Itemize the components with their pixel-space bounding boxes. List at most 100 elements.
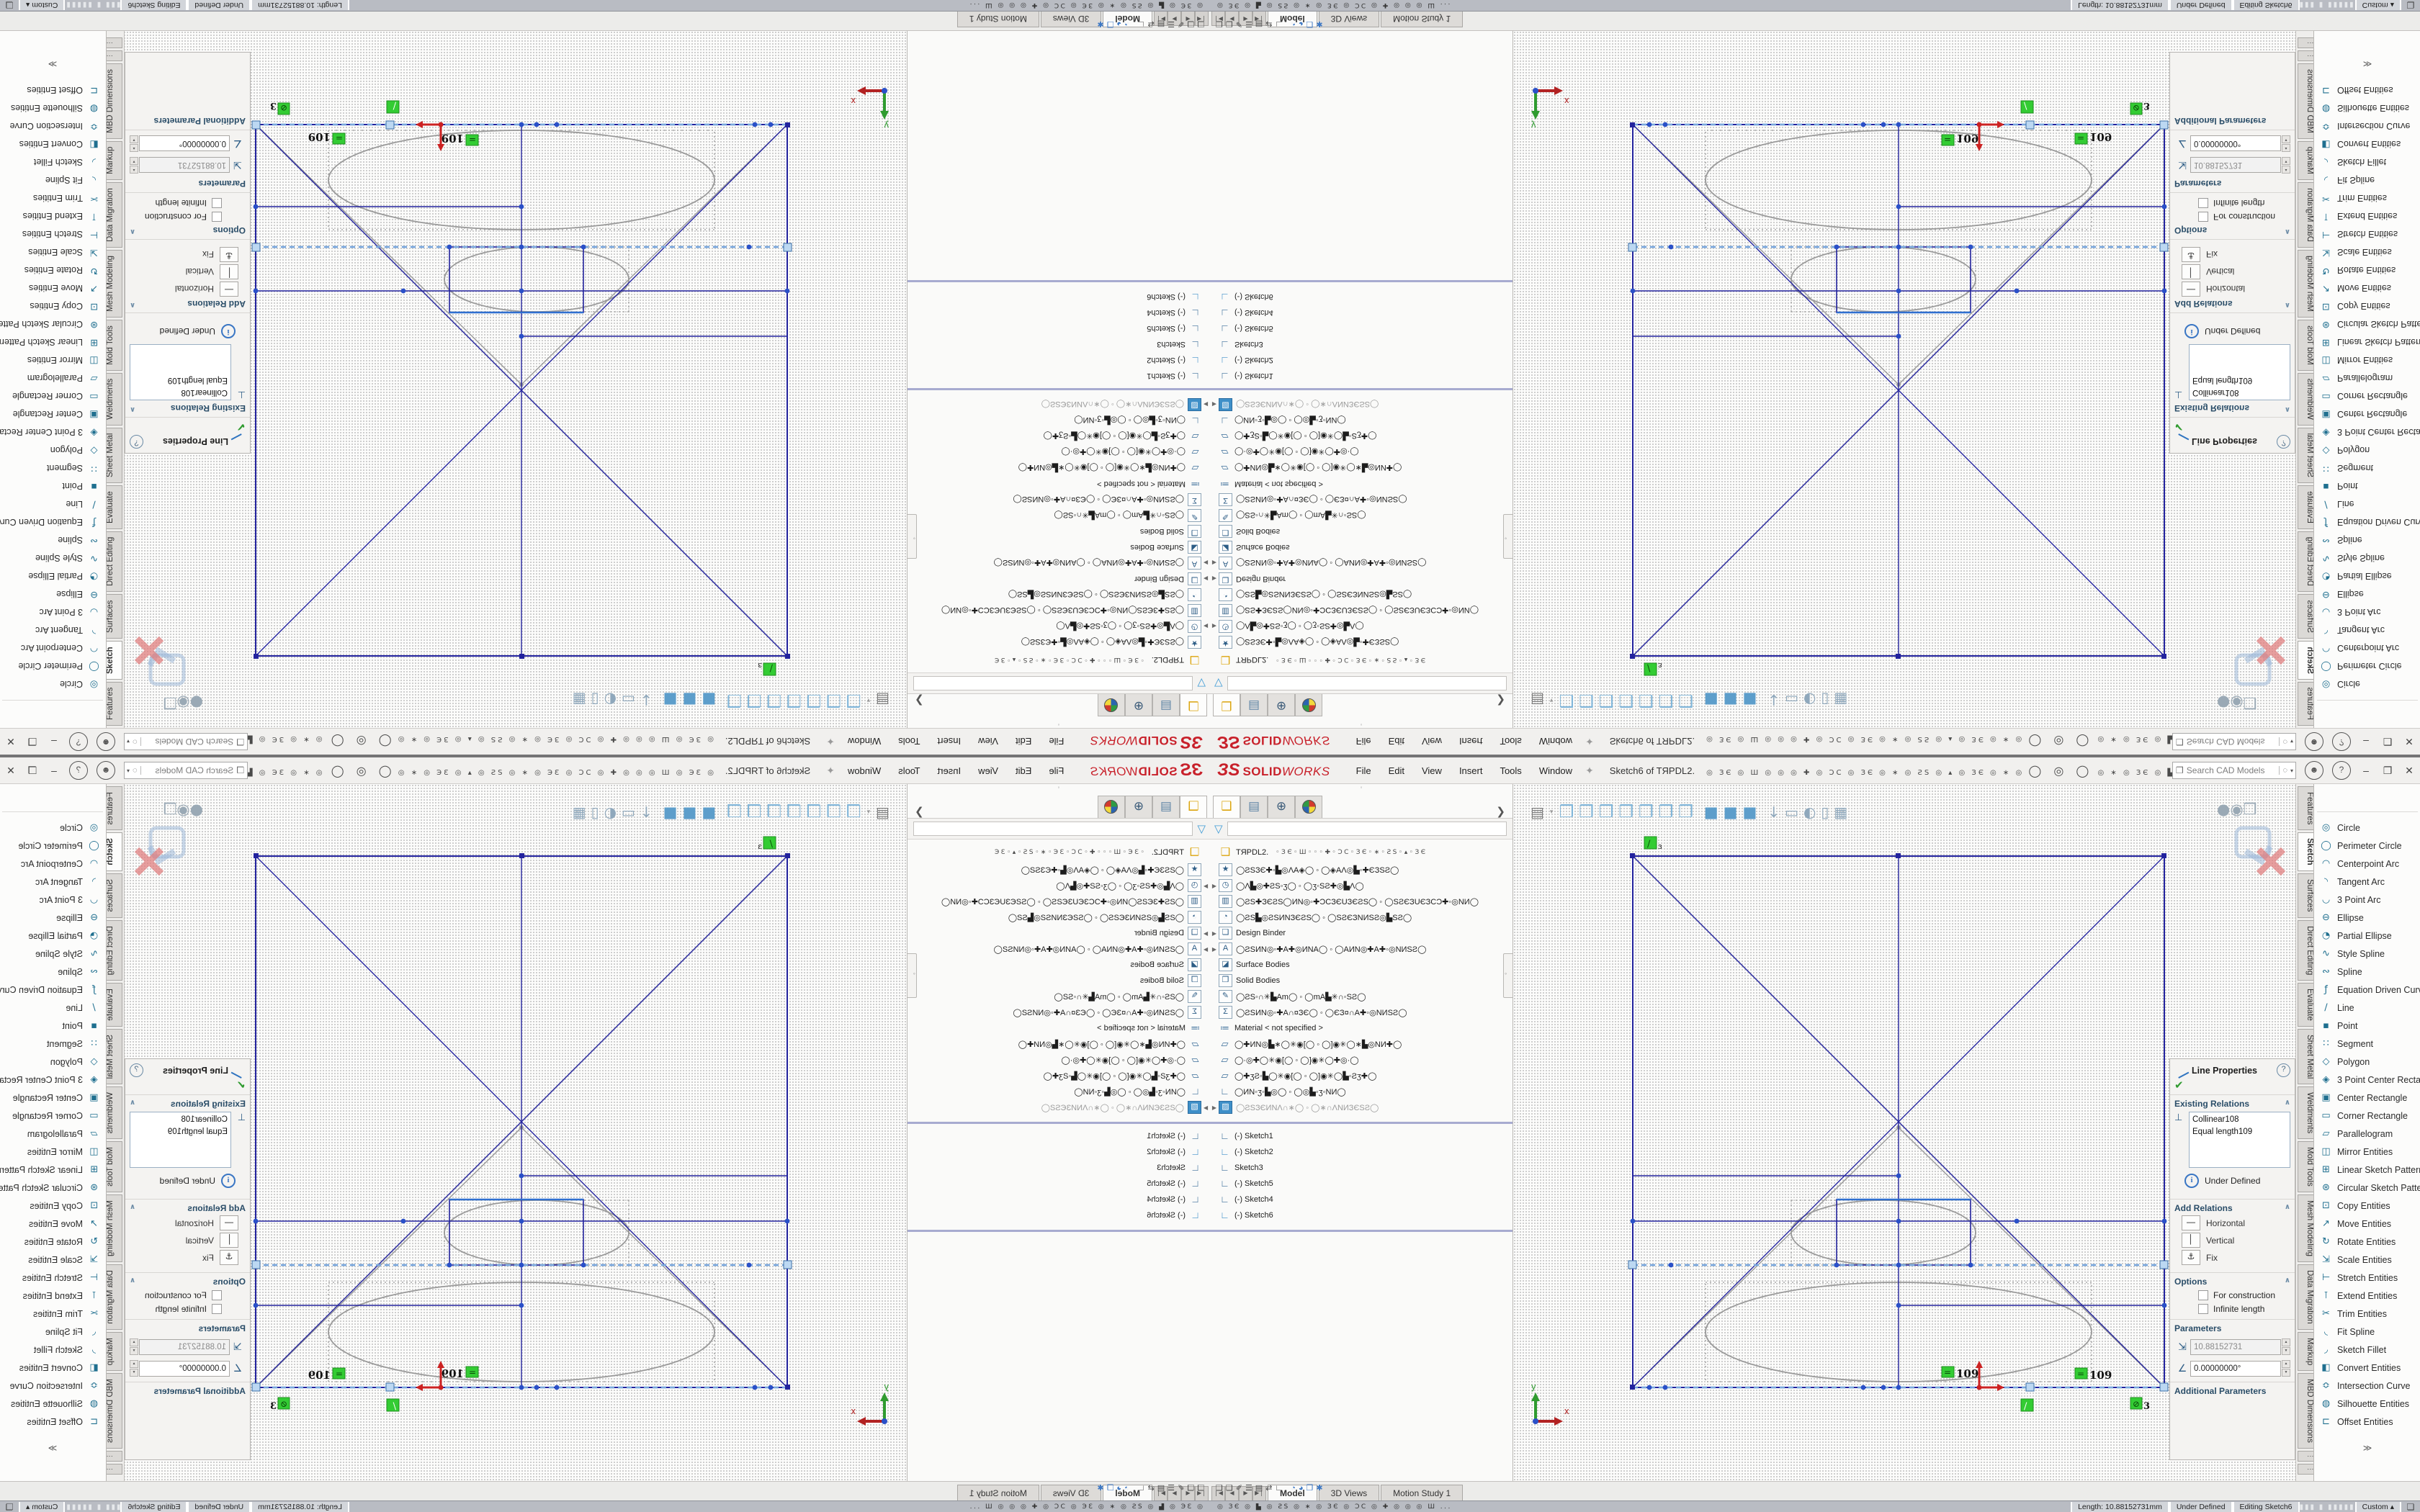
menu-item-rotate-entities[interactable]: ↻Rotate Entities [0, 261, 106, 279]
menu-item-fit-spline[interactable]: ◟Fit Spline [0, 171, 106, 189]
menu-item-partial-ellipse[interactable]: ◔Partial Ellipse [2314, 927, 2420, 945]
dropdown-caret-icon[interactable]: ▾ [1550, 809, 1554, 816]
menu-edit[interactable]: Edit [1008, 762, 1039, 779]
tree-row-front-plane[interactable]: ▱◯✚ИN◎▙∗◯✳◉[◯ ◦ ◯]◉✳◯∗▙◎NИ✚◯ [908, 461, 1210, 475]
menu-item-intersection-curve[interactable]: ≎Intersection Curve [2314, 1377, 2420, 1395]
menu-item-trim-entities[interactable]: ✂Trim Entities [0, 1305, 106, 1323]
menu-edit[interactable]: Edit [1381, 734, 1412, 750]
menu-file[interactable]: File [1041, 762, 1071, 779]
menu-item-point[interactable]: ▪Point [0, 1017, 106, 1035]
menu-item-style-spline[interactable]: ∿Style Spline [2314, 549, 2420, 567]
tab-overflow[interactable]: ⋮ [2298, 37, 2315, 48]
sketch-row-1[interactable]: ∟(-) Sketch1 [908, 369, 1210, 383]
search-icon[interactable]: ◌ [2279, 766, 2290, 775]
tree-row-surface-bodies[interactable]: ◪Surface Bodies [1210, 540, 1512, 554]
tab-surfaces[interactable]: Surfaces [105, 873, 122, 917]
panel-splitter-handle[interactable] [907, 953, 917, 998]
menu-item-style-spline[interactable]: ∿Style Spline [0, 549, 106, 567]
tab-mesh-modeling[interactable]: Mesh Modeling [2298, 1194, 2315, 1262]
tab-surfaces[interactable]: Surfaces [105, 595, 122, 639]
panel-grip[interactable]: ◦ [1210, 784, 1512, 793]
relations-listbox[interactable]: Collinear108 Equal length109 [130, 1112, 231, 1168]
menu-item-perimeter-circle[interactable]: ◯Perimeter Circle [0, 657, 106, 675]
tab-overflow[interactable]: ⋮ [2298, 1464, 2315, 1475]
menu-item-stretch-entities[interactable]: ⊢Stretch Entities [2314, 225, 2420, 243]
sketch-row-6[interactable]: ∟(-) Sketch6 [1210, 289, 1512, 304]
tree-row-origin[interactable]: ∟◯ИN◦ʒ◦▙◎◯ ◦ ◯◎▙◦ʒ◦NИ◯ [908, 413, 1210, 428]
tab-displaymanager[interactable] [1295, 694, 1322, 716]
headsup-view-toolbar[interactable]: ▤ ▾ ❒❒❒❒❒❒❒ ■■■ ↓▭◐▯▦ [568, 799, 889, 825]
length-spinner[interactable]: ▲▼ [130, 1338, 138, 1355]
menu-item-move-entities[interactable]: ↗Move Entities [2314, 279, 2420, 297]
document-icon[interactable]: ▤ [1531, 691, 1544, 708]
status-corner-icon[interactable]: ❏ [0, 0, 19, 10]
infinite-length-checkbox[interactable]: Infinite length [130, 1304, 227, 1314]
menu-item-convert-entities[interactable]: ◧Convert Entities [2314, 1359, 2420, 1377]
menu-item-3-point-center-rectangle[interactable]: ◈3 Point Center Recta... [2314, 1071, 2420, 1089]
user-account-icon[interactable]: ☻ [2305, 761, 2323, 780]
menu-item-3-point-arc[interactable]: ◡3 Point Arc [2314, 603, 2420, 621]
tab-sketch[interactable]: Sketch [2298, 832, 2315, 871]
filter-input[interactable] [913, 822, 1193, 836]
length-spinner[interactable]: ▲▼ [130, 157, 138, 174]
tree-row-top-plane[interactable]: ▱◯·◎✚◯✳◉[◯ ◦ ◯]◉✳◯✚◎·◯ [908, 1053, 1210, 1067]
tab-overflow[interactable]: ⋮ [105, 1451, 122, 1462]
menu-item-style-spline[interactable]: ∿Style Spline [2314, 945, 2420, 963]
menu-insert[interactable]: Insert [931, 734, 969, 750]
menu-item-silhouette-entities[interactable]: ◍Silhouette Entities [0, 99, 106, 117]
vertical-relation-button[interactable]: │Vertical [130, 264, 244, 279]
tab-displaymanager[interactable] [1098, 796, 1125, 818]
tab-weldments[interactable]: Weldments [2298, 1086, 2315, 1139]
tree-row-front-plane[interactable]: ▱◯✚ИN◎▙∗◯✳◉[◯ ◦ ◯]◉✳◯∗▙◎NИ✚◯ [1210, 1037, 1512, 1051]
vertical-relation-button[interactable]: │Vertical [130, 1233, 244, 1248]
dropdown-caret-icon[interactable]: ▾ [867, 696, 871, 703]
solid-cube-icons[interactable]: ■■■ [658, 804, 717, 821]
sketch-row-5[interactable]: ∟(-) Sketch5 [1210, 1176, 1512, 1191]
help-icon[interactable]: ? [69, 732, 88, 751]
sketch-row-2[interactable]: ∟(-) Sketch2 [1210, 1145, 1512, 1159]
menu-item-3-point-center-rectangle[interactable]: ◈3 Point Center Recta... [2314, 423, 2420, 441]
horizontal-relation-button[interactable]: —Horizontal [130, 1215, 244, 1230]
tab-surfaces[interactable]: Surfaces [2298, 873, 2315, 917]
tree-row[interactable]: ✎◯ƧS◦∩✳▙Am◯ ◦ ◯mA▙✳∩◦SƧ◯ [908, 508, 1210, 523]
tree-row-design-binder[interactable]: ▶❏Design Binder [908, 926, 1210, 940]
menu-item-rotate-entities[interactable]: ↻Rotate Entities [2314, 1233, 2420, 1251]
menu-item-stretch-entities[interactable]: ⊢Stretch Entities [0, 1269, 106, 1287]
menu-file[interactable]: File [1349, 762, 1379, 779]
menu-item-corner-rectangle[interactable]: ▭Corner Rectangle [2314, 387, 2420, 405]
menu-item-circle[interactable]: ◎Circle [2314, 819, 2420, 837]
tab-mbd-dimensions[interactable]: MBD Dimensions [2298, 63, 2315, 139]
tree-row-right-plane[interactable]: ▱◯✚ʒƧ◦▙◯✳◉[◯ ◦ ◯]◉✳◯▙◦Ƨʒ✚◯ [908, 429, 1210, 444]
menu-tools[interactable]: Tools [1492, 734, 1528, 750]
menu-item-offset-entities[interactable]: ⊏Offset Entities [0, 1413, 106, 1431]
shaded-sphere-icon[interactable]: ●◉❒ [2217, 694, 2257, 711]
close-button[interactable]: ✕ [2398, 765, 2420, 777]
menu-item-perimeter-circle[interactable]: ◯Perimeter Circle [2314, 657, 2420, 675]
collapse-icon[interactable]: ∧ [130, 403, 135, 413]
collapse-icon[interactable]: ∧ [2285, 1277, 2290, 1287]
tab-sketch[interactable]: Sketch [105, 641, 122, 680]
menu-insert[interactable]: Insert [1452, 734, 1490, 750]
relation-item[interactable]: Collinear108 [133, 386, 228, 398]
menu-item-segment[interactable]: ∷Segment [0, 459, 106, 477]
restore-button[interactable]: ❐ [22, 736, 43, 748]
menu-item-sketch-fillet[interactable]: ◞Sketch Fillet [0, 1341, 106, 1359]
tree-row-material[interactable]: ≔Material < not specified > [1210, 1021, 1512, 1035]
tree-row[interactable]: ▥◯ƧS✚ЗЄƧS◯ИN◎◦✚ƆCЗЄUЗЄƧS◯ ◦ ◯SƧЄЗUЄЗCƆ✚◦… [908, 603, 1210, 618]
tab-displaymanager[interactable] [1295, 796, 1322, 818]
menu-item-equation-driven-curve[interactable]: ƒEquation Driven Curve [2314, 513, 2420, 531]
menu-tools[interactable]: Tools [1492, 762, 1528, 779]
panel-grip[interactable]: ◦ [908, 784, 1210, 793]
menu-item-equation-driven-curve[interactable]: ƒEquation Driven Curve [2314, 981, 2420, 999]
display-style-icons[interactable]: ↓▭◐▯▦ [568, 804, 653, 821]
menu-more-icon[interactable]: ≫ [0, 1443, 106, 1453]
headsup-right-group[interactable]: ●◉❒ [163, 694, 203, 711]
relations-listbox[interactable]: Collinear108 Equal length109 [2189, 1112, 2290, 1168]
tab-featuremanager[interactable]: ❑ [1180, 694, 1207, 716]
tab-data-migration[interactable]: Data Migration [2298, 1264, 2315, 1330]
collapse-icon[interactable]: ∧ [130, 1099, 135, 1109]
tree-row[interactable]: ◔◯ƧS▙◎ƧSИNЗЄƧS◯ ◦ ◯SƧЄЗNИSƧ◎▙SƧ◯ [908, 910, 1210, 924]
menu-item-tangent-arc[interactable]: ◝Tangent Arc [2314, 873, 2420, 891]
angle-spinner[interactable]: ▲▼ [2282, 1360, 2290, 1377]
tree-row-locked-folder[interactable]: ▶▨◯ƧSЗЄИNΛ∩∗◯ ◦ ◯∗∩ΛNИЗЄSƧ◯ [908, 397, 1210, 412]
